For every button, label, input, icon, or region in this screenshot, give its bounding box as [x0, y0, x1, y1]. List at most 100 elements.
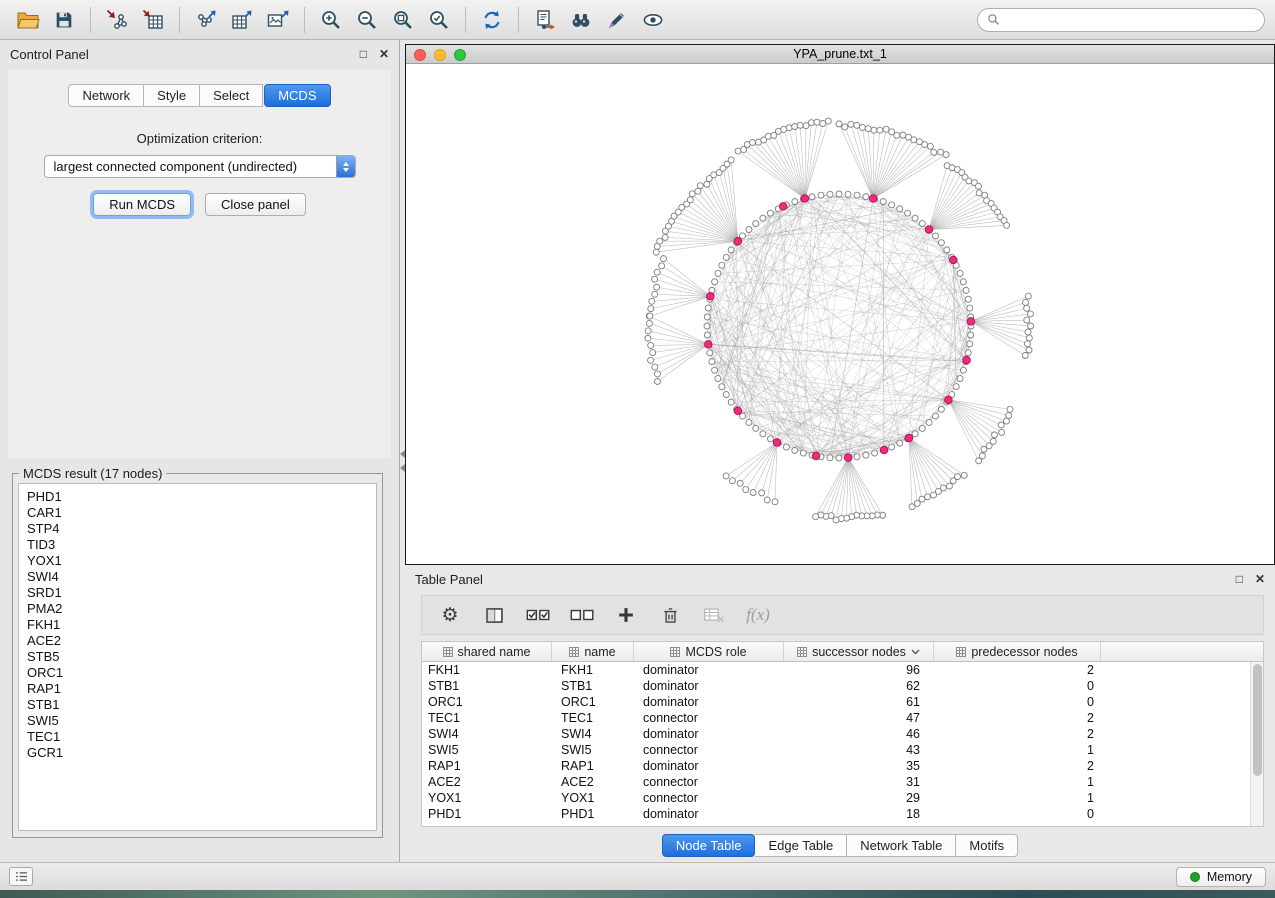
- table-row[interactable]: SWI4SWI4dominator462: [422, 726, 1250, 742]
- mcds-result-item[interactable]: PHD1: [27, 489, 376, 505]
- save-icon[interactable]: [46, 4, 82, 36]
- float-panel-icon[interactable]: □: [1236, 573, 1243, 585]
- tab-network-table[interactable]: Network Table: [847, 834, 956, 857]
- table-cell: ORC1: [552, 695, 634, 709]
- tab-mcds[interactable]: MCDS: [264, 84, 330, 107]
- deselect-all-icon[interactable]: [567, 600, 597, 630]
- table-row[interactable]: PHD1PHD1dominator180: [422, 806, 1250, 822]
- table-cell: TEC1: [422, 711, 552, 725]
- table-cell: 1: [934, 775, 1101, 789]
- add-column-icon[interactable]: [611, 600, 641, 630]
- mcds-result-item[interactable]: PMA2: [27, 601, 376, 617]
- select-all-icon[interactable]: [523, 600, 553, 630]
- zoom-fit-icon[interactable]: [385, 4, 421, 36]
- control-panel: Control Panel □ ✕ NetworkStyleSelectMCDS…: [0, 40, 400, 862]
- mcds-result-item[interactable]: SWI4: [27, 569, 376, 585]
- mcds-result-item[interactable]: TID3: [27, 537, 376, 553]
- table-row[interactable]: STB1STB1dominator620: [422, 678, 1250, 694]
- mcds-result-item[interactable]: RAP1: [27, 681, 376, 697]
- tab-style[interactable]: Style: [144, 84, 200, 107]
- table-cell: 2: [934, 663, 1101, 677]
- function-builder-icon: f(x): [743, 600, 773, 630]
- table-cell: 35: [784, 759, 934, 773]
- close-panel-button[interactable]: Close panel: [205, 193, 306, 216]
- mcds-result-item[interactable]: ORC1: [27, 665, 376, 681]
- scrollbar-thumb[interactable]: [1253, 664, 1262, 776]
- delete-column-icon[interactable]: [655, 600, 685, 630]
- tab-motifs[interactable]: Motifs: [956, 834, 1018, 857]
- column-header-name[interactable]: name: [552, 642, 634, 661]
- memory-button[interactable]: Memory: [1176, 867, 1266, 887]
- table-settings-icon[interactable]: ⚙: [435, 600, 465, 630]
- toolbar-separator: [179, 7, 180, 33]
- column-header-mcds-role[interactable]: MCDS role: [634, 642, 784, 661]
- zoom-out-icon[interactable]: [349, 4, 385, 36]
- table-row[interactable]: YOX1YOX1connector291: [422, 790, 1250, 806]
- clone-network-icon[interactable]: [527, 4, 563, 36]
- mcds-result-item[interactable]: GCR1: [27, 745, 376, 761]
- mcds-result-item[interactable]: YOX1: [27, 553, 376, 569]
- mcds-result-item[interactable]: TEC1: [27, 729, 376, 745]
- column-header-successor-nodes[interactable]: successor nodes: [784, 642, 934, 661]
- search-input[interactable]: [1006, 12, 1255, 27]
- search-network-icon[interactable]: [563, 4, 599, 36]
- mcds-result-item[interactable]: STB5: [27, 649, 376, 665]
- mcds-result-item[interactable]: SRD1: [27, 585, 376, 601]
- mcds-result-item[interactable]: STP4: [27, 521, 376, 537]
- table-cell: 43: [784, 743, 934, 757]
- table-scrollbar[interactable]: [1250, 662, 1263, 826]
- import-table-icon[interactable]: [135, 4, 171, 36]
- export-image-icon[interactable]: [260, 4, 296, 36]
- table-cell: SWI5: [422, 743, 552, 757]
- toolbar-separator: [465, 7, 466, 33]
- tab-select[interactable]: Select: [200, 84, 263, 107]
- zoom-selected-icon[interactable]: [421, 4, 457, 36]
- optimization-criterion-dropdown[interactable]: largest connected component (undirected): [44, 155, 356, 178]
- run-mcds-button[interactable]: Run MCDS: [93, 193, 191, 216]
- search-box[interactable]: [977, 8, 1265, 32]
- network-canvas[interactable]: [406, 65, 1274, 564]
- table-row[interactable]: SWI5SWI5connector431: [422, 742, 1250, 758]
- search-icon: [987, 13, 1000, 26]
- mcds-result-list[interactable]: PHD1CAR1STP4TID3YOX1SWI4SRD1PMA2FKH1ACE2…: [18, 483, 377, 831]
- network-window-titlebar[interactable]: YPA_prune.txt_1: [406, 45, 1274, 64]
- column-header-shared-name[interactable]: shared name: [422, 642, 552, 661]
- tab-edge-table[interactable]: Edge Table: [755, 834, 847, 857]
- mcds-result-item[interactable]: FKH1: [27, 617, 376, 633]
- tab-node-table[interactable]: Node Table: [662, 834, 756, 857]
- control-panel-titlebar: Control Panel □ ✕: [0, 40, 399, 68]
- marker-icon[interactable]: [599, 4, 635, 36]
- mcds-result-item[interactable]: ACE2: [27, 633, 376, 649]
- open-file-icon[interactable]: [10, 4, 46, 36]
- import-network-icon[interactable]: [99, 4, 135, 36]
- table-panel-tabs: Node TableEdge TableNetwork TableMotifs: [405, 834, 1275, 857]
- close-panel-icon[interactable]: ✕: [1255, 573, 1265, 585]
- table-cell: dominator: [634, 727, 784, 741]
- close-panel-icon[interactable]: ✕: [379, 48, 389, 60]
- float-panel-icon[interactable]: □: [360, 48, 367, 60]
- table-row[interactable]: FKH1FKH1dominator962: [422, 662, 1250, 678]
- show-columns-icon[interactable]: [479, 600, 509, 630]
- tab-network[interactable]: Network: [68, 84, 144, 107]
- table-cell: dominator: [634, 679, 784, 693]
- mcds-result-item[interactable]: STB1: [27, 697, 376, 713]
- table-cell: FKH1: [422, 663, 552, 677]
- export-network-icon[interactable]: [188, 4, 224, 36]
- table-row[interactable]: ORC1ORC1dominator610: [422, 694, 1250, 710]
- table-row[interactable]: RAP1RAP1dominator352: [422, 758, 1250, 774]
- export-table-icon[interactable]: [224, 4, 260, 36]
- close-window-icon[interactable]: [414, 49, 426, 61]
- minimize-window-icon[interactable]: [434, 49, 446, 61]
- zoom-in-icon[interactable]: [313, 4, 349, 36]
- mcds-result-item[interactable]: SWI5: [27, 713, 376, 729]
- table-row[interactable]: TEC1TEC1connector472: [422, 710, 1250, 726]
- maximize-window-icon[interactable]: [454, 49, 466, 61]
- table-cell: 47: [784, 711, 934, 725]
- show-all-icon[interactable]: [635, 4, 671, 36]
- column-header-predecessor-nodes[interactable]: predecessor nodes: [934, 642, 1101, 661]
- refresh-icon[interactable]: [474, 4, 510, 36]
- task-history-icon[interactable]: [9, 867, 33, 886]
- mcds-result-item[interactable]: CAR1: [27, 505, 376, 521]
- table-row[interactable]: ACE2ACE2connector311: [422, 774, 1250, 790]
- dropdown-stepper-icon: [336, 156, 355, 177]
